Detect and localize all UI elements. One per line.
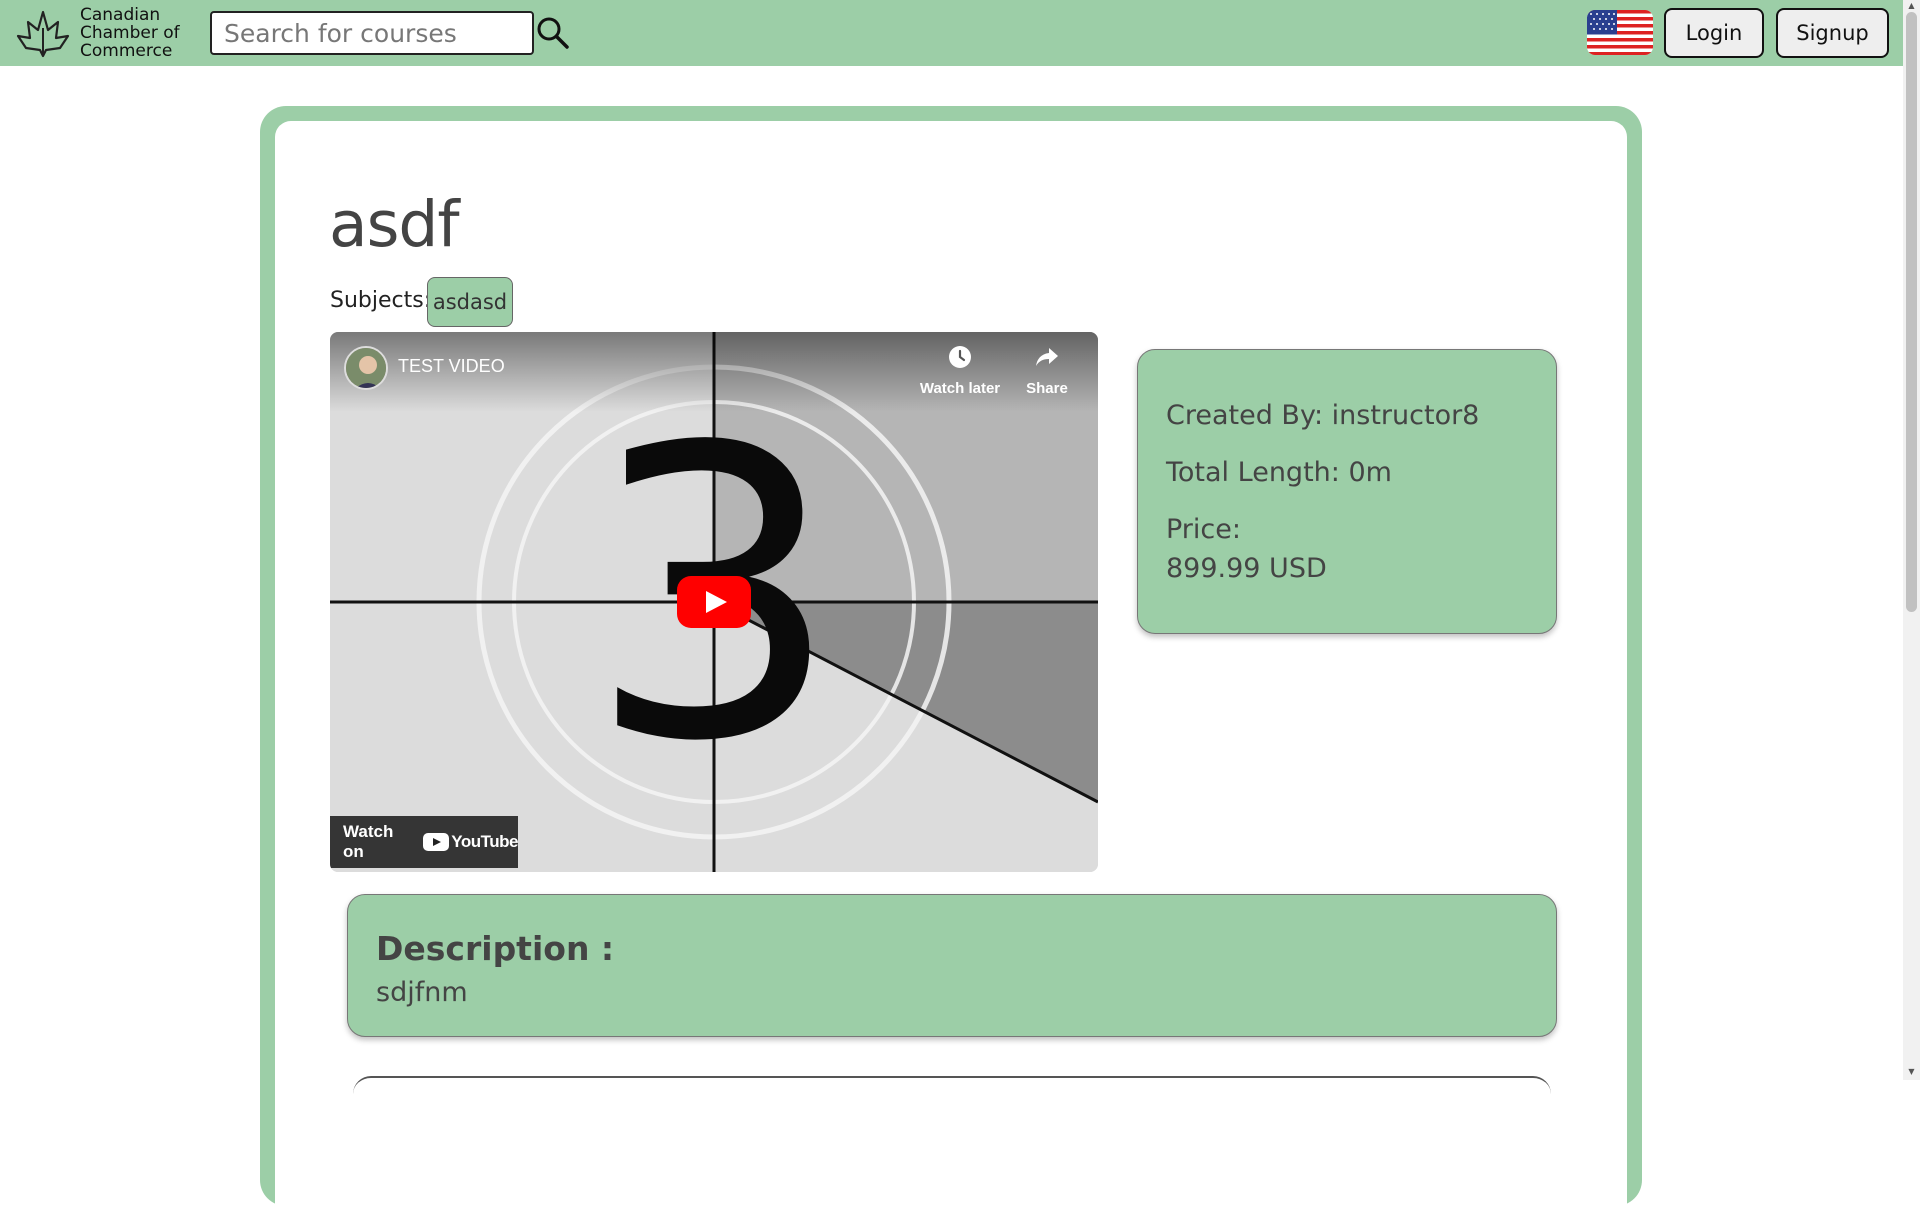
youtube-label: YouTube bbox=[451, 832, 518, 851]
watch-on-youtube-button[interactable]: Watch on YouTube bbox=[330, 816, 518, 868]
channel-avatar[interactable] bbox=[344, 346, 388, 390]
youtube-logo: YouTube bbox=[423, 832, 518, 852]
logo-line-1: Canadian bbox=[80, 5, 161, 25]
signup-button[interactable]: Signup bbox=[1776, 8, 1889, 58]
clock-icon bbox=[949, 346, 971, 368]
subject-badge[interactable]: asdasd bbox=[427, 277, 513, 327]
description-card: Description : sdjfnm bbox=[347, 894, 1557, 1037]
logo-line-3: Commerce bbox=[80, 41, 173, 61]
share-arrow-icon bbox=[1036, 348, 1058, 366]
play-icon bbox=[677, 576, 751, 628]
search-input[interactable] bbox=[210, 11, 534, 55]
us-flag-icon bbox=[1587, 10, 1653, 55]
scroll-down-icon[interactable]: ▼ bbox=[1906, 1067, 1917, 1077]
video-player[interactable]: 3 TEST VIDEO Watch later Share Watch on bbox=[330, 332, 1098, 872]
top-navbar: Canadian Chamber of Commerce Search for … bbox=[0, 0, 1903, 66]
scroll-up-icon[interactable]: ▲ bbox=[1906, 1, 1917, 11]
watch-later-label: Watch later bbox=[919, 380, 1001, 397]
price-label: Price: bbox=[1166, 514, 1241, 545]
search-icon bbox=[537, 17, 569, 49]
price-value: 899.99 USD bbox=[1166, 553, 1327, 584]
language-selector[interactable] bbox=[1587, 10, 1653, 55]
subjects-label: Subjects: bbox=[330, 288, 432, 313]
description-title: Description : bbox=[376, 929, 615, 968]
login-button[interactable]: Login bbox=[1664, 8, 1764, 58]
watch-on-label: Watch on bbox=[343, 822, 394, 861]
youtube-icon bbox=[423, 833, 450, 851]
course-title: asdf bbox=[329, 188, 460, 261]
share-label: Share bbox=[1026, 380, 1068, 397]
total-length-text: Total Length: 0m bbox=[1166, 457, 1392, 488]
search-button[interactable] bbox=[536, 16, 570, 50]
created-by-text: Created By: instructor8 bbox=[1166, 400, 1480, 431]
play-button[interactable] bbox=[677, 576, 751, 628]
next-section-card-edge bbox=[353, 1076, 1551, 1106]
video-title[interactable]: TEST VIDEO bbox=[398, 356, 505, 377]
site-logo[interactable]: Canadian Chamber of Commerce bbox=[14, 6, 180, 60]
watch-later-button[interactable]: Watch later bbox=[915, 344, 1005, 397]
logo-line-2: Chamber of bbox=[80, 23, 180, 43]
logo-text: Canadian Chamber of Commerce bbox=[80, 6, 180, 60]
course-info-card: Created By: instructor8 Total Length: 0m… bbox=[1137, 349, 1557, 634]
scrollbar-thumb[interactable] bbox=[1906, 12, 1917, 612]
maple-leaf-logo-icon bbox=[16, 10, 70, 58]
description-text: sdjfnm bbox=[376, 977, 468, 1008]
share-button[interactable]: Share bbox=[1002, 344, 1092, 397]
